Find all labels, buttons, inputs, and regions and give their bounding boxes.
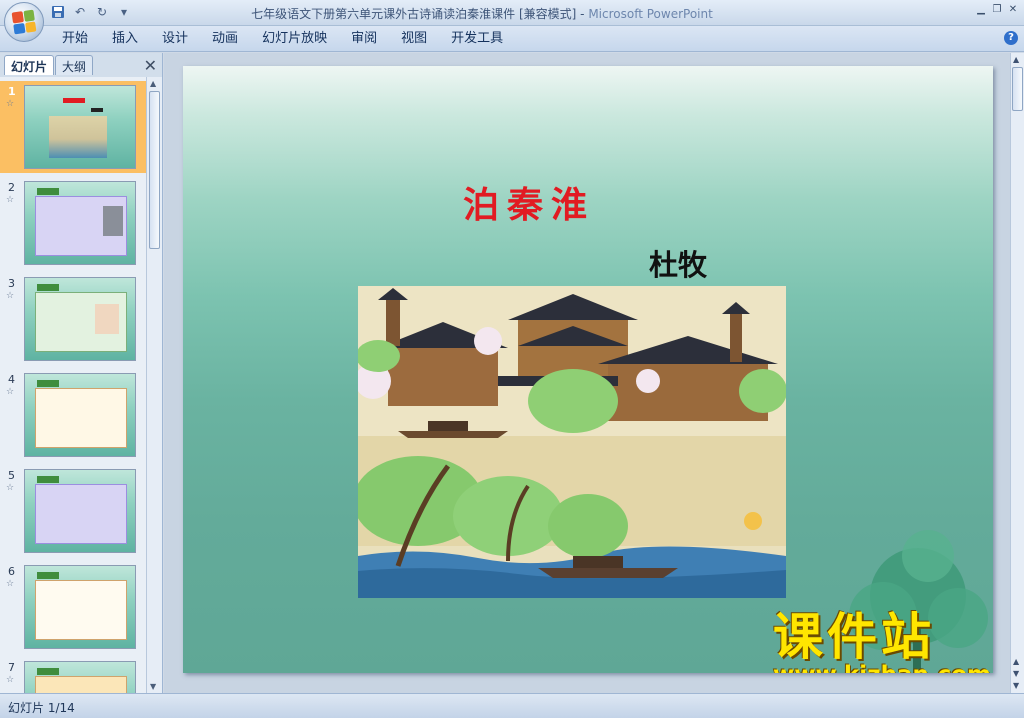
thumbnail-number: 4 <box>8 373 15 386</box>
slide-editing-area: 泊秦淮 杜牧 课件站 <box>164 53 1010 693</box>
thumbnail-number: 6 <box>8 565 15 578</box>
scroll-up-icon[interactable]: ▲ <box>150 79 156 88</box>
scroll-down-icon[interactable]: ▼ <box>150 682 156 691</box>
thumbnail-image <box>24 661 136 693</box>
thumbnail-image <box>24 277 136 361</box>
animation-star-icon: ☆ <box>6 387 15 397</box>
thumbnail-number: 7 <box>8 661 15 674</box>
office-button[interactable] <box>4 2 44 42</box>
ribbon: 开始 插入 设计 动画 幻灯片放映 审阅 视图 开发工具 ? <box>0 26 1024 52</box>
scroll-up-icon[interactable]: ▲ <box>1013 55 1019 64</box>
document-title: 七年级语文下册第六单元课外古诗诵读泊秦淮课件 [兼容模式] - <box>251 7 589 21</box>
animation-star-icon: ☆ <box>6 483 15 493</box>
scrollbar-thumb[interactable] <box>1012 67 1023 111</box>
thumbnail-image <box>24 469 136 553</box>
scroll-down-icon[interactable]: ▼ <box>1013 681 1019 690</box>
tab-slides[interactable]: 幻灯片 <box>4 55 55 75</box>
thumbnail-image <box>24 565 136 649</box>
scrollbar-thumb[interactable] <box>149 91 160 249</box>
next-slide-icon[interactable]: ▼ <box>1013 669 1019 678</box>
app-name: Microsoft PowerPoint <box>588 7 713 21</box>
tab-animations[interactable]: 动画 <box>200 31 250 47</box>
window-title: 七年级语文下册第六单元课外古诗诵读泊秦淮课件 [兼容模式] - Microsof… <box>0 5 964 22</box>
slide-thumbnail[interactable]: 4 ☆ <box>0 369 146 461</box>
slide-counter: 幻灯片 1/14 <box>8 701 75 715</box>
thumbnail-number: 1 <box>8 85 16 98</box>
thumbnail-scrollbar[interactable]: ▲ ▼ <box>146 77 162 693</box>
tab-developer[interactable]: 开发工具 <box>439 31 515 47</box>
slide-thumbnail[interactable]: 1 ☆ <box>0 81 146 173</box>
slide-thumbnail[interactable]: 6 ☆ <box>0 561 146 653</box>
window-controls: ▁ ❐ ✕ <box>974 3 1020 17</box>
thumbnail-number: 2 <box>8 181 15 194</box>
animation-star-icon: ☆ <box>6 291 15 301</box>
thumbnail-image <box>24 181 136 265</box>
thumbnail-image <box>24 85 136 169</box>
slide-author[interactable]: 杜牧 <box>649 242 707 284</box>
ribbon-tabs: 开始 插入 设计 动画 幻灯片放映 审阅 视图 开发工具 <box>50 31 515 47</box>
office-logo-icon <box>11 9 37 35</box>
landscape-painting[interactable] <box>358 286 786 598</box>
slide-thumbnail[interactable]: 3 ☆ <box>0 273 146 365</box>
animation-star-icon: ☆ <box>6 579 15 589</box>
close-icon[interactable]: ✕ <box>1006 3 1020 17</box>
tab-review[interactable]: 审阅 <box>339 31 389 47</box>
pane-tabs: 幻灯片 大纲 ✕ <box>2 55 161 75</box>
slide-scrollbar[interactable]: ▲ ▲ ▼ ▼ <box>1010 53 1024 693</box>
thumbnail-list: 1 ☆ 2 ☆ 3 ☆ 4 ☆ 5 ☆ 6 ☆ 7 ☆ <box>0 77 146 693</box>
thumbnail-number: 5 <box>8 469 15 482</box>
restore-icon[interactable]: ❐ <box>990 3 1004 17</box>
thumbnail-image <box>24 373 136 457</box>
tab-outline[interactable]: 大纲 <box>55 55 94 75</box>
tab-slideshow[interactable]: 幻灯片放映 <box>250 31 339 47</box>
help-icon[interactable]: ? <box>1004 31 1018 45</box>
close-pane-icon[interactable]: ✕ <box>144 56 157 75</box>
slide-thumbnail[interactable]: 2 ☆ <box>0 177 146 269</box>
animation-star-icon: ☆ <box>6 99 15 109</box>
animation-star-icon: ☆ <box>6 195 15 205</box>
tab-home[interactable]: 开始 <box>50 31 100 47</box>
watermark-brand: 课件站 <box>773 608 935 666</box>
slide-thumbnail[interactable]: 7 ☆ <box>0 657 146 693</box>
thumbnail-number: 3 <box>8 277 15 290</box>
watermark-url: www.kjzhan.com <box>773 662 991 673</box>
tab-view[interactable]: 视图 <box>389 31 439 47</box>
title-bar: ↶ ↻ ▾ 七年级语文下册第六单元课外古诗诵读泊秦淮课件 [兼容模式] - Mi… <box>0 0 1024 26</box>
slides-pane: 幻灯片 大纲 ✕ 1 ☆ 2 ☆ 3 ☆ 4 ☆ 5 ☆ 6 ☆ 7 ☆ ▲ ▼ <box>0 53 163 693</box>
slide-canvas[interactable]: 泊秦淮 杜牧 课件站 <box>183 66 993 673</box>
animation-star-icon: ☆ <box>6 675 15 685</box>
previous-slide-icon[interactable]: ▲ <box>1013 657 1019 666</box>
slide-title[interactable]: 泊秦淮 <box>463 176 595 228</box>
minimize-icon[interactable]: ▁ <box>974 3 988 17</box>
status-bar: 幻灯片 1/14 <box>0 693 1024 718</box>
slide-thumbnail[interactable]: 5 ☆ <box>0 465 146 557</box>
site-watermark: 课件站 www.kjzhan.com <box>773 608 991 673</box>
tab-insert[interactable]: 插入 <box>100 31 150 47</box>
tab-design[interactable]: 设计 <box>150 31 200 47</box>
